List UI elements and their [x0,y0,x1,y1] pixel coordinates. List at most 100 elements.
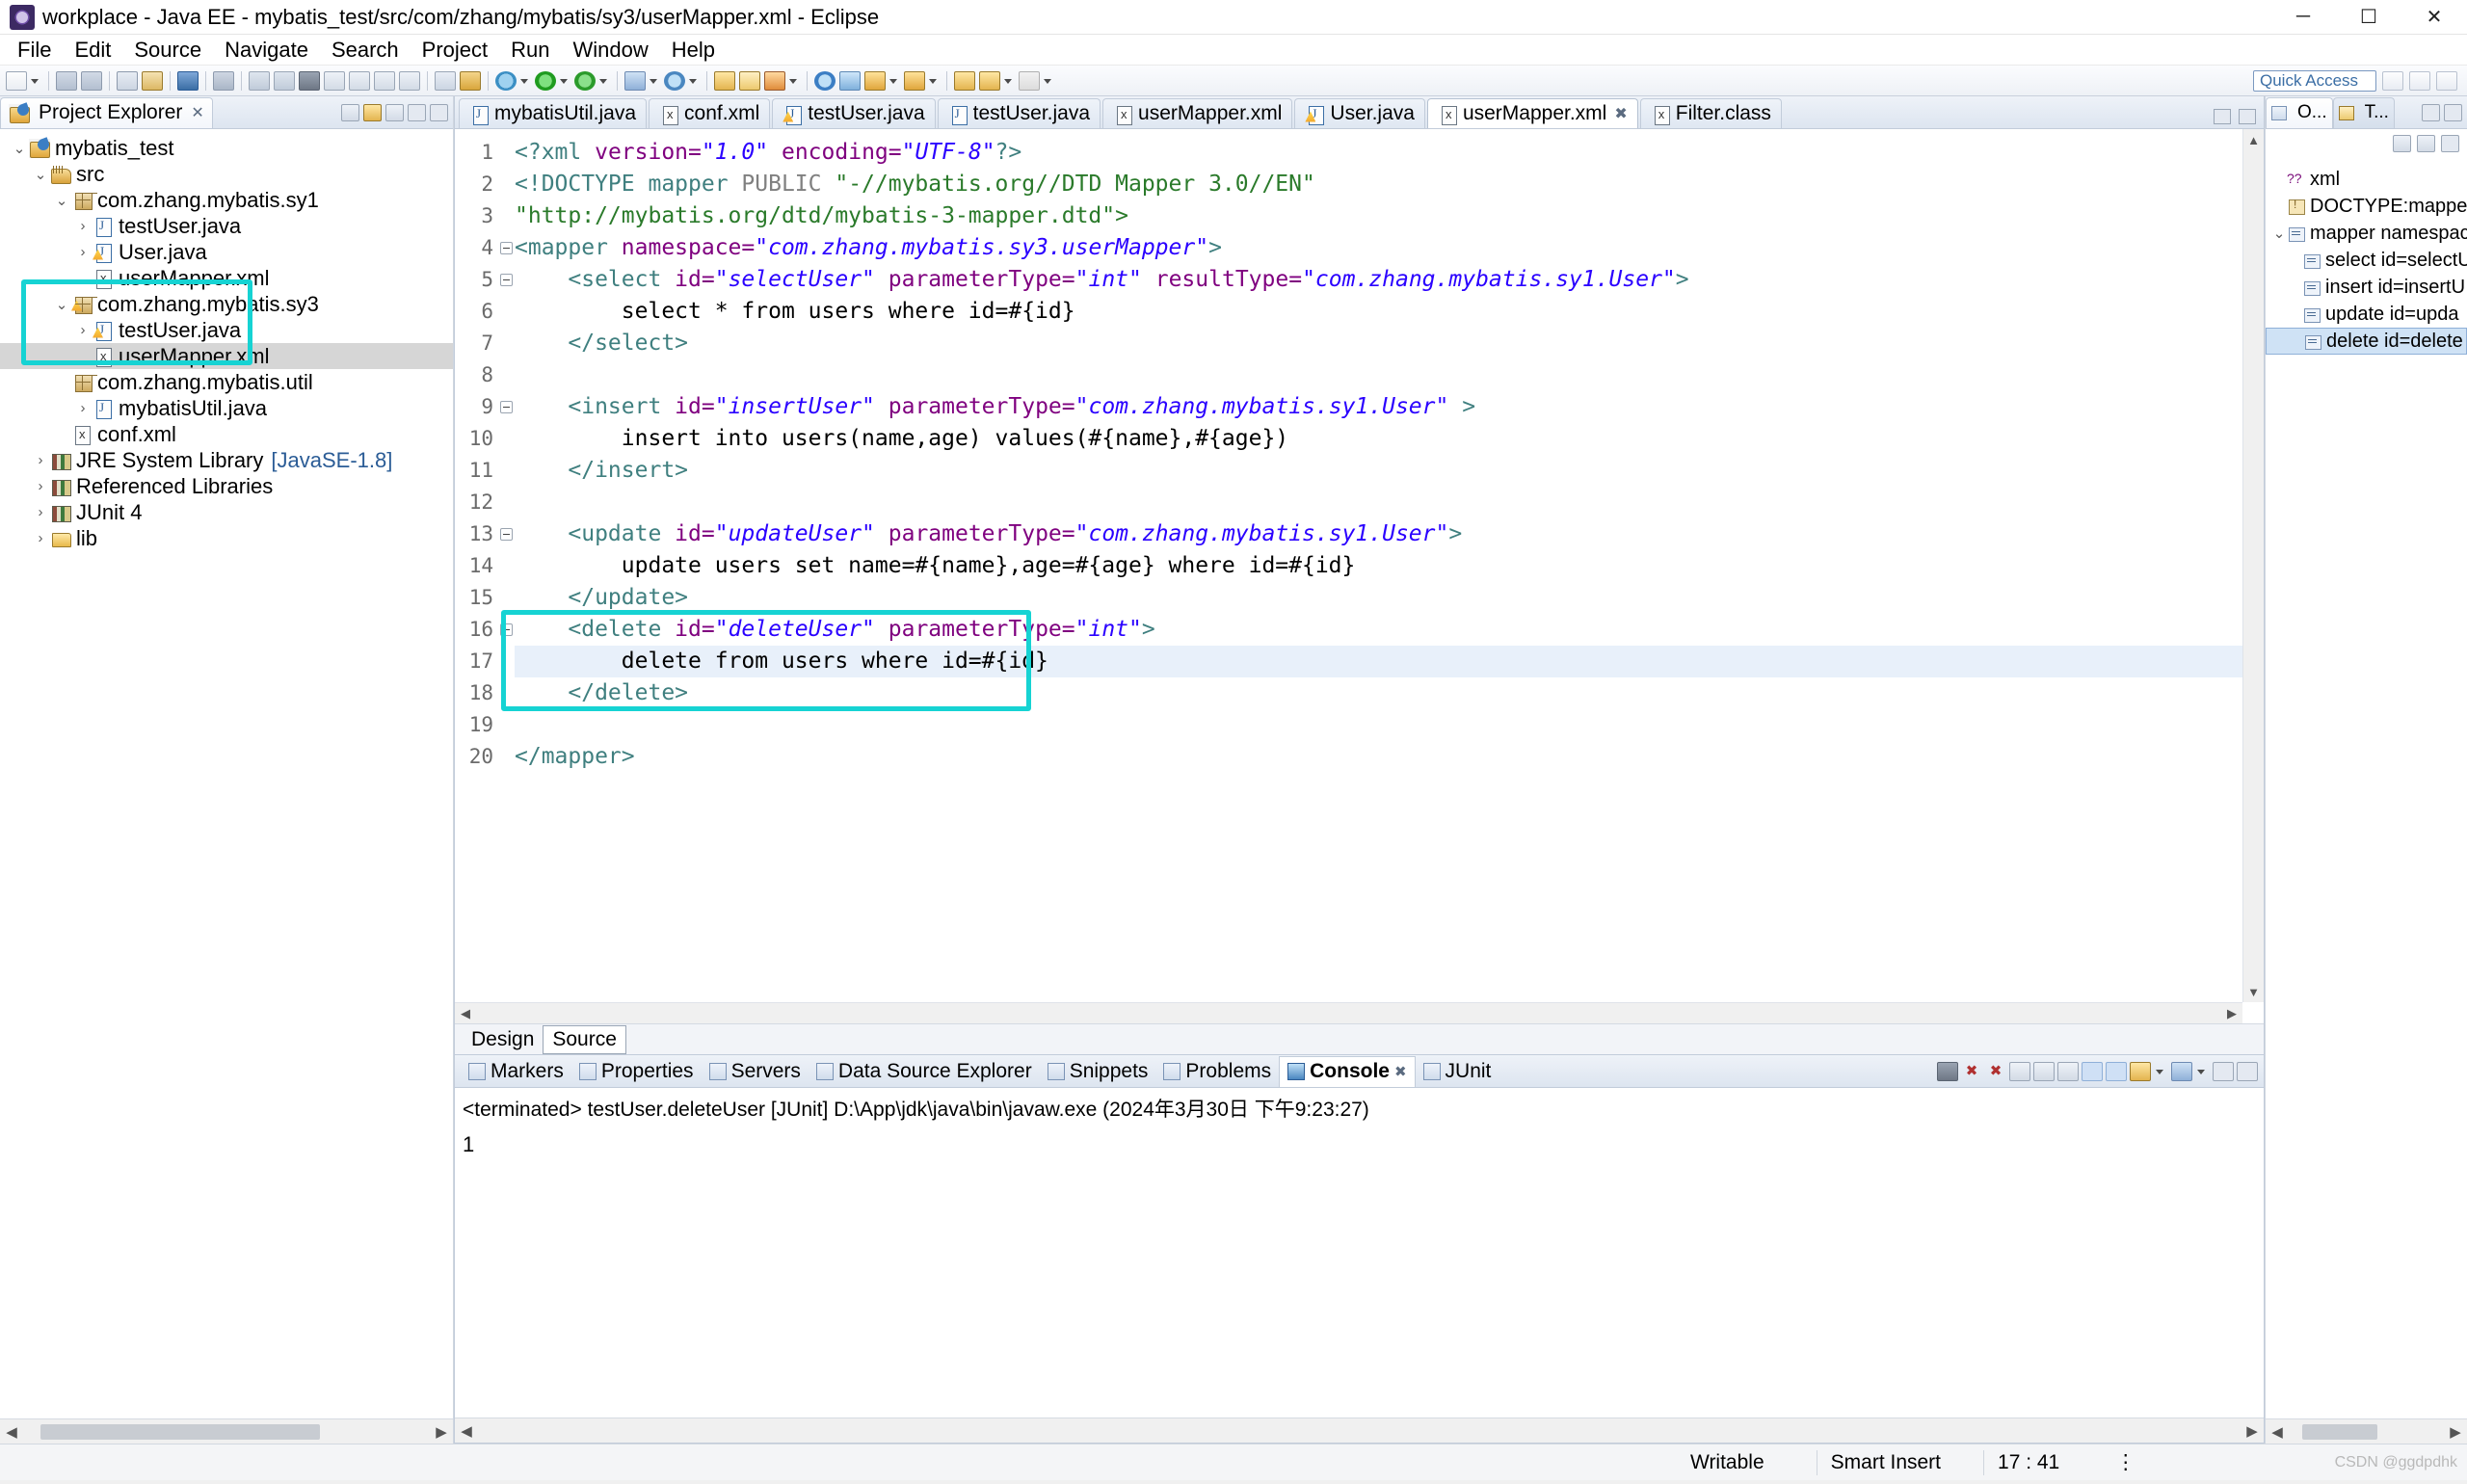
brush-dropdown-icon[interactable] [787,71,799,91]
save-all-icon[interactable] [81,70,102,91]
menu-help[interactable]: Help [660,35,727,66]
new-wizard-icon[interactable] [6,70,27,91]
fold-toggle-icon[interactable] [500,401,513,413]
fold-toggle-icon[interactable] [500,623,513,636]
debug-dropdown-icon[interactable] [518,71,530,91]
tree-item-usermapper-xml[interactable]: userMapper.xml [0,265,453,291]
minimize-panel-icon[interactable] [2213,1061,2234,1081]
tree-item-junit-4[interactable]: › JUnit 4 [0,499,453,525]
menu-search[interactable]: Search [320,35,411,66]
view-menu-icon[interactable] [385,103,404,121]
menu-edit[interactable]: Edit [63,35,122,66]
editor-vertical-scrollbar[interactable]: ▲ ▼ [2242,129,2264,1002]
tree-item-jre-system-library[interactable]: › JRE System Library [JavaSE-1.8] [0,447,453,473]
chevron-right-icon[interactable]: › [73,400,93,416]
clear-console-icon[interactable] [2009,1061,2030,1081]
pin-console-icon[interactable] [2082,1061,2103,1081]
console-select-dropdown-icon[interactable] [2154,1062,2165,1081]
scroll-track[interactable] [23,1420,430,1443]
collapse-all-icon[interactable] [341,103,359,121]
code-line[interactable]: <delete id="deleteUser" parameterType="i… [515,614,2264,646]
run-external-icon[interactable] [574,70,596,91]
terminate-icon[interactable] [299,70,320,91]
run-dropdown-icon[interactable] [558,71,570,91]
chevron-right-icon[interactable]: › [31,530,50,546]
minimize-button[interactable]: ─ [2270,0,2336,35]
chevron-right-icon[interactable]: › [31,504,50,520]
chevron-right-icon[interactable]: › [31,478,50,494]
tree-item-conf-xml[interactable]: conf.xml [0,421,453,447]
tree-item-referenced-libraries[interactable]: › Referenced Libraries [0,473,453,499]
minimize-view-icon[interactable] [408,103,426,121]
code-line[interactable]: </insert> [515,455,2264,487]
scroll-up-icon[interactable]: ▲ [2243,129,2264,150]
step-over-icon[interactable] [324,70,345,91]
outline-item-update-id-upda[interactable]: update id=upda [2266,301,2467,328]
code-line[interactable]: <!DOCTYPE mapper PUBLIC "-//mybatis.org/… [515,169,2264,200]
scroll-track[interactable] [478,1419,2241,1442]
tree-item-testuser-java[interactable]: › testUser.java [0,317,453,343]
tab-design[interactable]: Design [463,1026,543,1053]
bottom-tab-markers[interactable]: Markers [461,1056,571,1087]
bottom-tab-console[interactable]: Console ✖ [1279,1055,1416,1087]
code-line[interactable]: insert into users(name,age) values(#{nam… [515,423,2264,455]
menu-source[interactable]: Source [122,35,213,66]
forward-icon[interactable] [1019,70,1040,91]
sort-icon[interactable] [2393,135,2411,152]
chevron-right-icon[interactable]: › [73,322,93,338]
back-icon[interactable] [979,70,1000,91]
web-browser-icon[interactable] [814,70,836,91]
external-dropdown-icon[interactable] [597,71,609,91]
editor-tab-usermapper-xml-4[interactable]: userMapper.xml [1102,98,1293,128]
code-line[interactable]: <?xml version="1.0" encoding="UTF-8"?> [515,137,2264,169]
upload-icon[interactable] [904,70,925,91]
new-dropdown-icon[interactable] [29,71,40,91]
open-type-icon[interactable] [460,70,481,91]
forward-dropdown-icon[interactable] [1042,71,1053,91]
editor-tab-usermapper-xml-6[interactable]: userMapper.xml ✖ [1426,98,1638,128]
code-line[interactable] [515,709,2264,741]
maximize-view-icon[interactable] [430,103,448,121]
code-line[interactable] [515,487,2264,518]
code-line[interactable]: </mapper> [515,741,2264,773]
word-wrap-icon[interactable] [2057,1061,2079,1081]
code-line[interactable]: </select> [515,328,2264,359]
editor-tab-user-java-5[interactable]: User.java [1294,98,1425,128]
open-console-dropdown-icon[interactable] [2195,1062,2207,1081]
code-line[interactable]: </delete> [515,677,2264,709]
maximize-panel-icon[interactable] [2237,1061,2258,1081]
chevron-down-icon[interactable]: ⌄ [10,140,29,157]
fold-toggle-icon[interactable] [500,242,513,254]
new-server-icon[interactable] [624,70,646,91]
bottom-tab-problems[interactable]: Problems [1155,1056,1279,1087]
minimize-view-icon[interactable] [2422,103,2440,121]
project-tree[interactable]: ⌄ mybatis_test ⌄ src ⌄ com.zhang.mybatis.sy1 ›… [0,129,453,1418]
close-icon[interactable]: ✖ [1614,104,1627,123]
tab-task-list[interactable]: T... [2332,96,2395,128]
editor-tab-testuser-java-3[interactable]: testUser.java [937,98,1101,128]
tab-outline[interactable]: O... [2266,96,2333,128]
back-history-icon[interactable] [954,70,975,91]
console-output[interactable]: 1 [455,1126,2264,1418]
editor-tab-filter-class-7[interactable]: Filter.class [1639,98,1782,128]
close-icon[interactable]: ✖ [1394,1063,1407,1080]
maximize-view-icon[interactable] [2444,103,2462,121]
menu-window[interactable]: Window [562,35,660,66]
download-icon[interactable] [864,70,886,91]
menu-run[interactable]: Run [499,35,561,66]
tree-item-lib[interactable]: › lib [0,525,453,551]
menu-file[interactable]: File [6,35,63,66]
open-resource-icon[interactable] [714,70,735,91]
save-icon[interactable] [56,70,77,91]
maximize-editor-icon[interactable] [2239,109,2256,124]
code-line[interactable]: <select id="selectUser" parameterType="i… [515,264,2264,296]
tab-source[interactable]: Source [543,1024,626,1054]
code-line[interactable]: <update id="updateUser" parameterType="c… [515,518,2264,550]
code-line[interactable]: <insert id="insertUser" parameterType="c… [515,391,2264,423]
fold-toggle-icon[interactable] [500,274,513,286]
run-icon[interactable] [535,70,556,91]
next-annotation-icon[interactable] [435,70,456,91]
scroll-thumb[interactable] [40,1423,320,1440]
chevron-down-icon[interactable]: ⌄ [52,296,71,313]
explorer-horizontal-scrollbar[interactable]: ◀ ▶ [0,1418,453,1444]
